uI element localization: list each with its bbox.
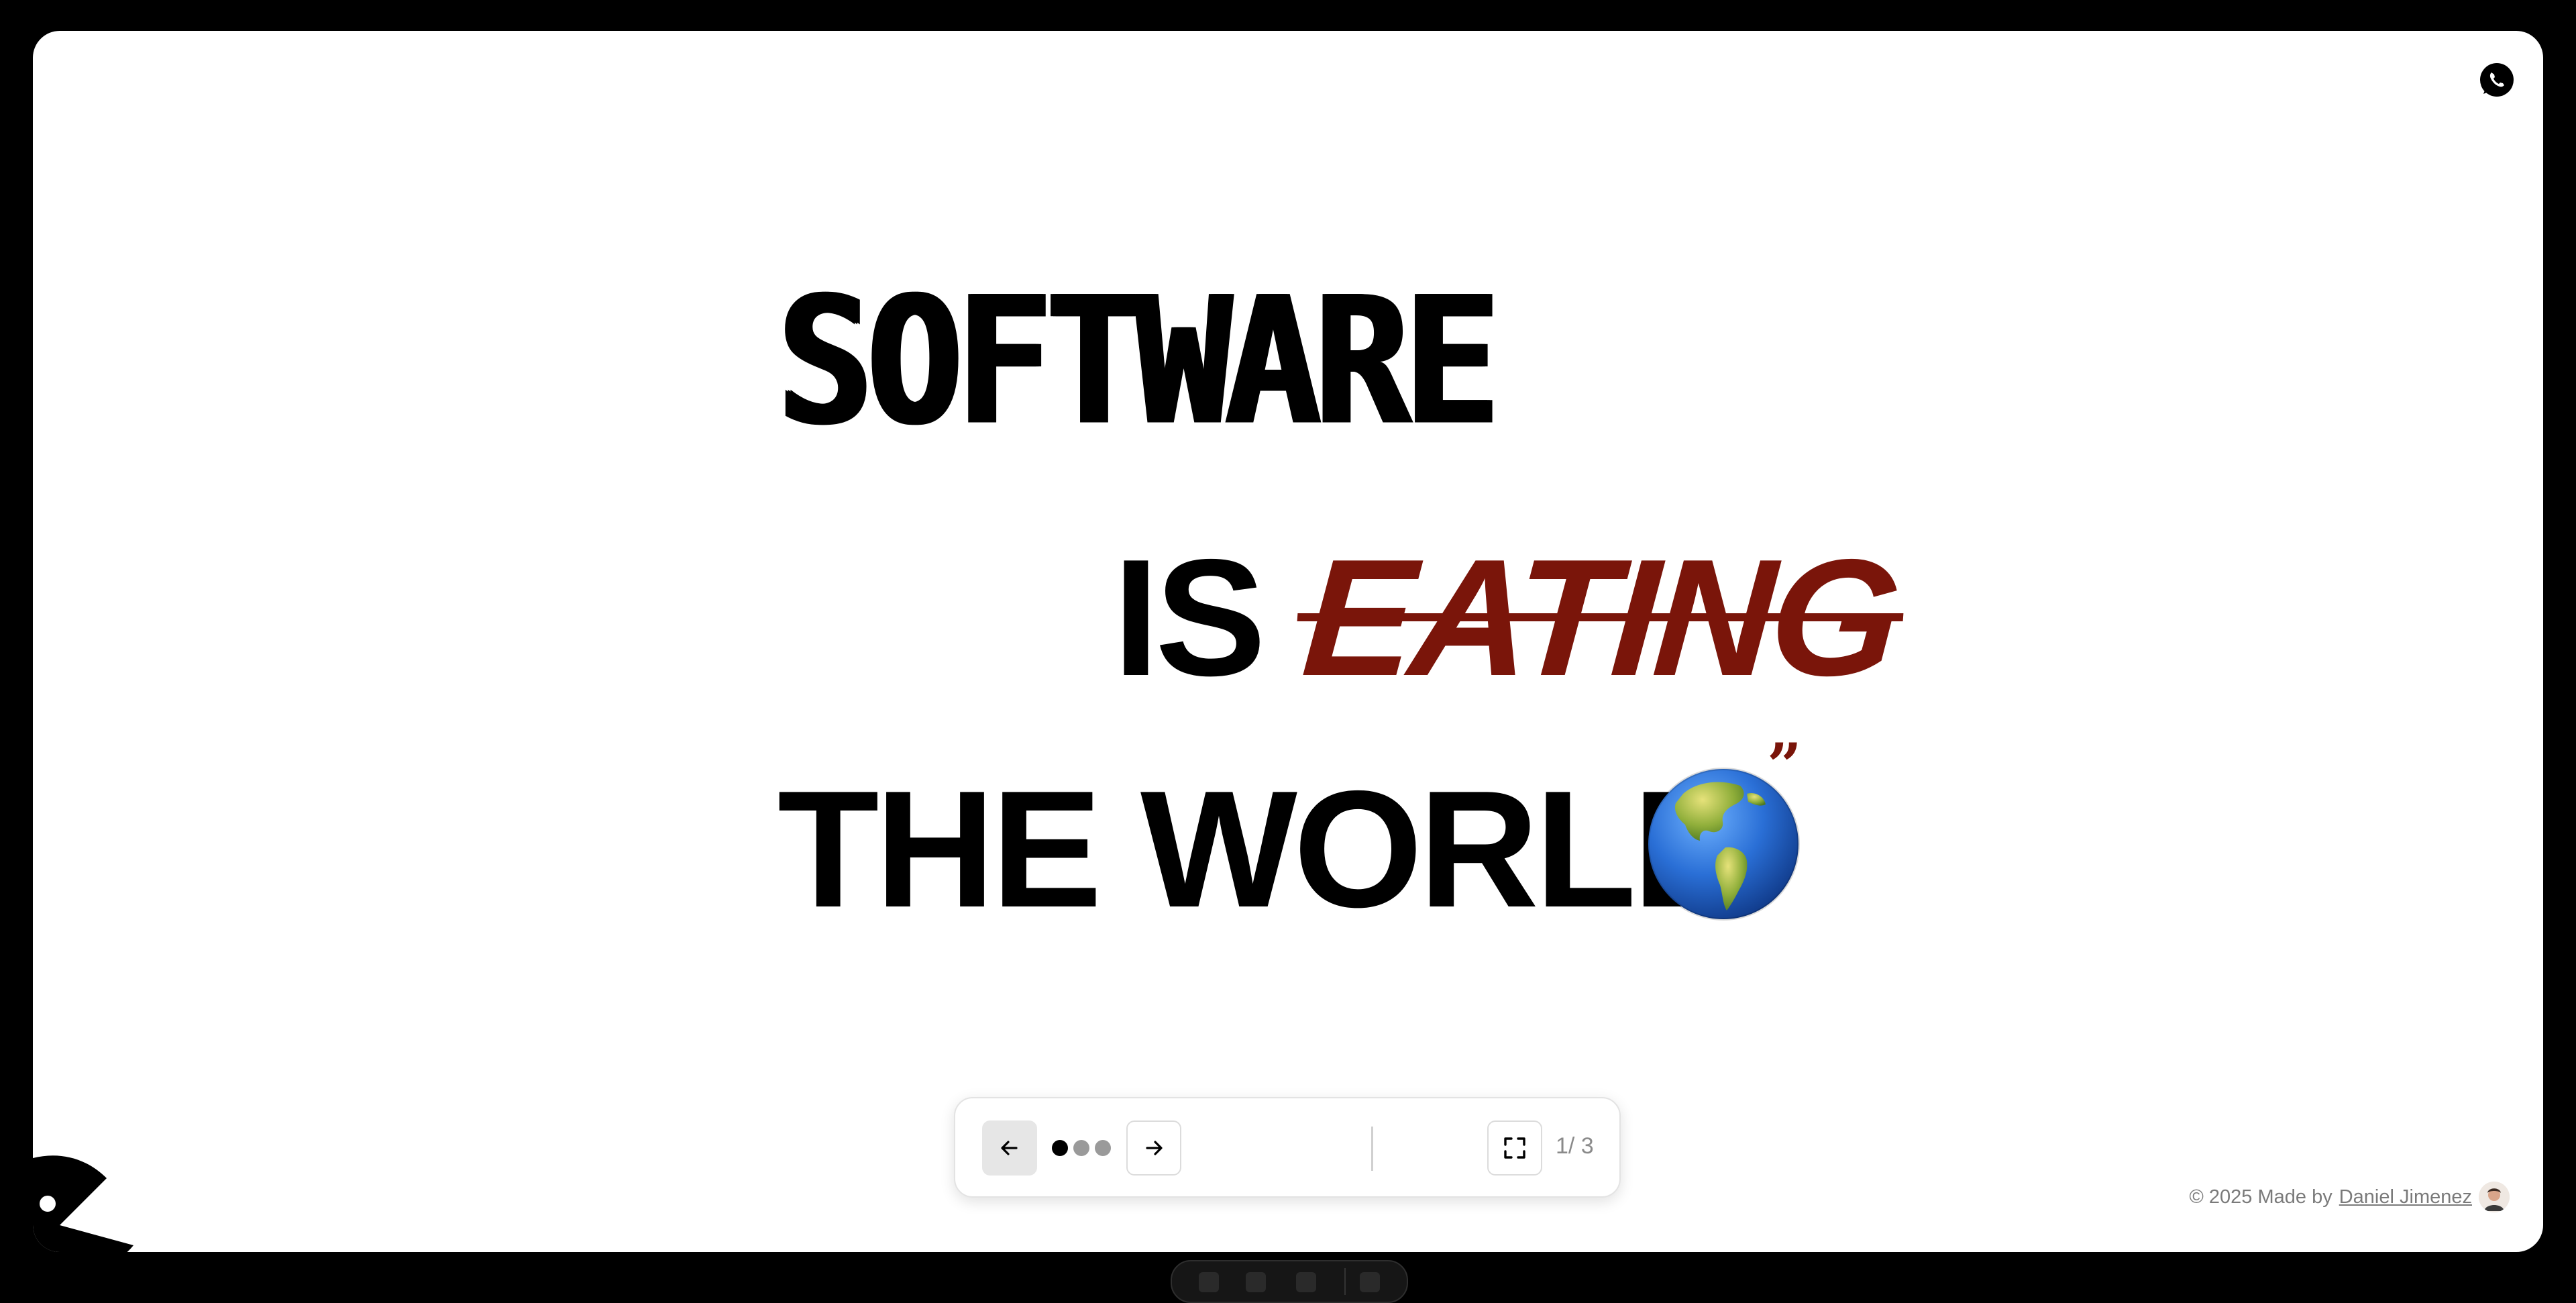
slide-controls: 1/ 3 [954, 1097, 1621, 1198]
arrow-right-icon [1146, 1141, 1163, 1155]
slide-dots [1052, 1140, 1111, 1157]
copyright-text: © 2025 Made by [2189, 1186, 2332, 1208]
slide-dot-2[interactable] [1073, 1140, 1089, 1156]
software-text: SOFTWARE [777, 258, 1500, 464]
dock-divider [1344, 1268, 1346, 1295]
page-counter: 1/ 3 [1556, 1133, 1594, 1159]
globe-americas-icon [1647, 768, 1800, 921]
dock-app-icon[interactable] [1199, 1272, 1219, 1292]
fullscreen-icon [1504, 1137, 1525, 1159]
the-world-text: THE WORLD [777, 755, 1753, 942]
author-link[interactable]: Daniel Jimenez [2339, 1186, 2472, 1208]
slide-frame: SOFTWARE IS EATING THE WORLD ” 1/ 3 © 20… [33, 31, 2543, 1252]
arrow-left-icon [1001, 1141, 1018, 1155]
hero-quote: SOFTWARE IS EATING THE WORLD ” [33, 31, 2543, 1252]
dock-app-icon[interactable] [1246, 1272, 1266, 1292]
hero-line-software: SOFTWARE [777, 273, 1532, 450]
slide-dot-3[interactable] [1095, 1140, 1111, 1156]
fullscreen-button[interactable] [1487, 1120, 1542, 1176]
eating-strikethrough-text: EATING [1297, 524, 1903, 711]
settings-icon[interactable] [1360, 1272, 1380, 1292]
hero-line-is-eating: IS EATING [1113, 524, 1902, 711]
slide-dot-1[interactable] [1052, 1140, 1068, 1156]
dock [1171, 1260, 1408, 1303]
pacman-logo [33, 1155, 133, 1252]
hero-line-the-world: THE WORLD [777, 766, 1753, 932]
is-text: IS [1113, 524, 1266, 711]
dock-app-icon[interactable] [1296, 1272, 1316, 1292]
previous-slide-button[interactable] [982, 1120, 1037, 1176]
next-slide-button[interactable] [1126, 1120, 1181, 1176]
avatar [2479, 1182, 2510, 1212]
footer-credit: © 2025 Made by Daniel Jimenez [2190, 1182, 2510, 1212]
controls-divider [1371, 1127, 1373, 1171]
